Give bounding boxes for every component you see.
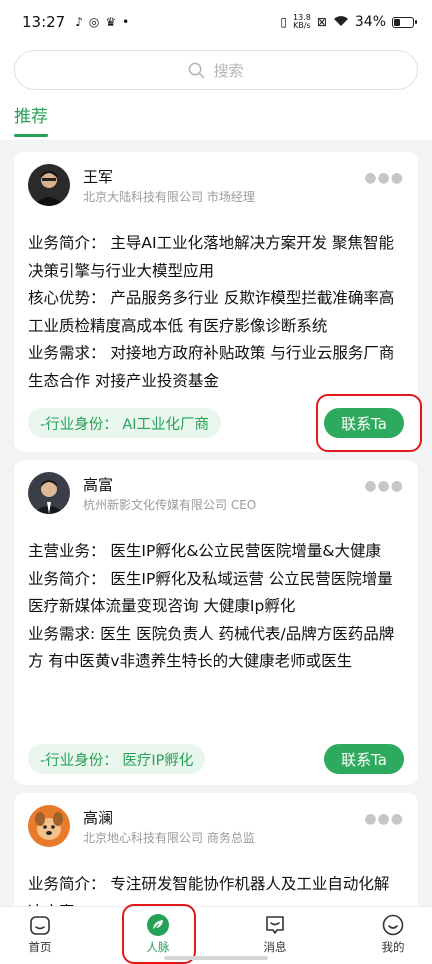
contact-button[interactable]: 联系Ta (324, 408, 404, 438)
card-header: 高富 杭州新影文化传媒有限公司 CEO ●●● (28, 472, 404, 518)
company-title: 北京大陆科技有限公司 市场经理 (83, 190, 255, 204)
card-body: 主营业务： 医生IP孵化&公立民营医院增量&大健康 业务简介： 医生IP孵化及私… (28, 538, 404, 676)
business-need: 业务需求: 医生 医院负责人 药械代表/品牌方医药品牌方 有中医黄v非遗养生特长… (28, 624, 395, 671)
nav-home[interactable]: 首页 (10, 913, 70, 955)
dot-icon: • (122, 15, 130, 29)
business-need: 业务需求： 对接地方政府补贴政策 与行业云服务厂商生态合作 对接产业投资基金 (28, 344, 395, 390)
card-header: 王军 北京大陆科技有限公司 市场经理 ●●● (28, 164, 404, 210)
battery-text: 34% (354, 14, 386, 30)
core-advantage: 核心优势： 产品服务多行业 反欺诈模型拦截准确率高 工业质检精度高成本低 有医疗… (28, 289, 395, 335)
contact-card[interactable]: 高澜 北京地心科技有限公司 商务总监 ●●● 业务简介： 专注研发智能协作机器人… (14, 793, 418, 923)
nav-contacts-label: 人脉 (146, 940, 170, 954)
nav-contacts[interactable]: 人脉 (128, 913, 188, 955)
tab-recommend[interactable]: 推荐 (14, 102, 48, 137)
leaf-icon (147, 914, 169, 936)
nav-home-label: 首页 (28, 940, 52, 954)
contact-card[interactable]: 王军 北京大陆科技有限公司 市场经理 ●●● 业务简介： 主导AI工业化落地解决… (14, 152, 422, 452)
profile-icon (382, 914, 404, 936)
industry-tag: -行业身份： 医疗IP孵化 (28, 744, 206, 774)
net-speed: 13.8 KB/s (293, 14, 311, 30)
main-business: 主营业务： 医生IP孵化&公立民营医院增量&大健康 (28, 542, 382, 560)
person-name: 高富 (83, 476, 114, 494)
business-intro: 业务简介： 主导AI工业化落地解决方案开发 聚焦智能决策引擎与行业大模型应用 (28, 234, 395, 280)
sim-icon: ⊠ (316, 15, 327, 29)
nav-messages-label: 消息 (263, 940, 287, 954)
search-input[interactable]: 搜索 (14, 50, 418, 90)
status-bar: 13:27 ♪ ◎ ♛ • ▯ 13.8 KB/s ⊠ 34% (0, 0, 432, 44)
nav-profile[interactable]: 我的 (363, 913, 423, 955)
vibrate-icon: ▯ (280, 15, 287, 29)
more-options-icon[interactable]: ●●● (364, 478, 404, 494)
nav-profile-label: 我的 (381, 940, 405, 954)
home-indicator (164, 956, 268, 960)
business-intro: 业务简介： 医生IP孵化及私域运营 公立民营医院增量 医疗新媒体流量变现咨询 大… (28, 569, 393, 616)
battery-icon (392, 16, 417, 28)
person-name: 王军 (83, 168, 114, 186)
card-header: 高澜 北京地心科技有限公司 商务总监 ●●● (28, 805, 404, 851)
company-title: 北京地心科技有限公司 商务总监 (83, 831, 255, 845)
status-left: 13:27 ♪ ◎ ♛ • (22, 13, 129, 31)
more-options-icon[interactable]: ●●● (364, 170, 404, 186)
tiktok-icon: ♪ (75, 15, 83, 29)
message-icon (266, 916, 284, 934)
wifi-icon (333, 15, 349, 29)
home-icon (30, 916, 50, 935)
status-right: ▯ 13.8 KB/s ⊠ 34% (280, 14, 417, 30)
company-title: 杭州新影文化传媒有限公司 CEO (83, 498, 257, 512)
nav-messages[interactable]: 消息 (245, 913, 305, 955)
app-notification-icon: ◎ (88, 15, 100, 29)
contact-button[interactable]: 联系Ta (324, 744, 404, 774)
more-options-icon[interactable]: ●●● (364, 811, 404, 827)
search-icon (189, 62, 205, 78)
net-speed-unit: KB/s (293, 21, 311, 30)
contact-card[interactable]: 高富 杭州新影文化传媒有限公司 CEO ●●● 主营业务： 医生IP孵化&公立民… (14, 460, 418, 785)
industry-tag: -行业身份： AI工业化厂商 (28, 408, 222, 438)
person-name: 高澜 (83, 809, 114, 827)
crown-icon: ♛ (105, 15, 117, 29)
avatar[interactable] (28, 805, 70, 847)
search-placeholder: 搜索 (213, 61, 244, 80)
avatar[interactable] (28, 472, 70, 514)
card-body: 业务简介： 主导AI工业化落地解决方案开发 聚焦智能决策引擎与行业大模型应用 核… (28, 230, 404, 395)
status-time: 13:27 (22, 13, 66, 31)
avatar[interactable] (28, 164, 70, 206)
